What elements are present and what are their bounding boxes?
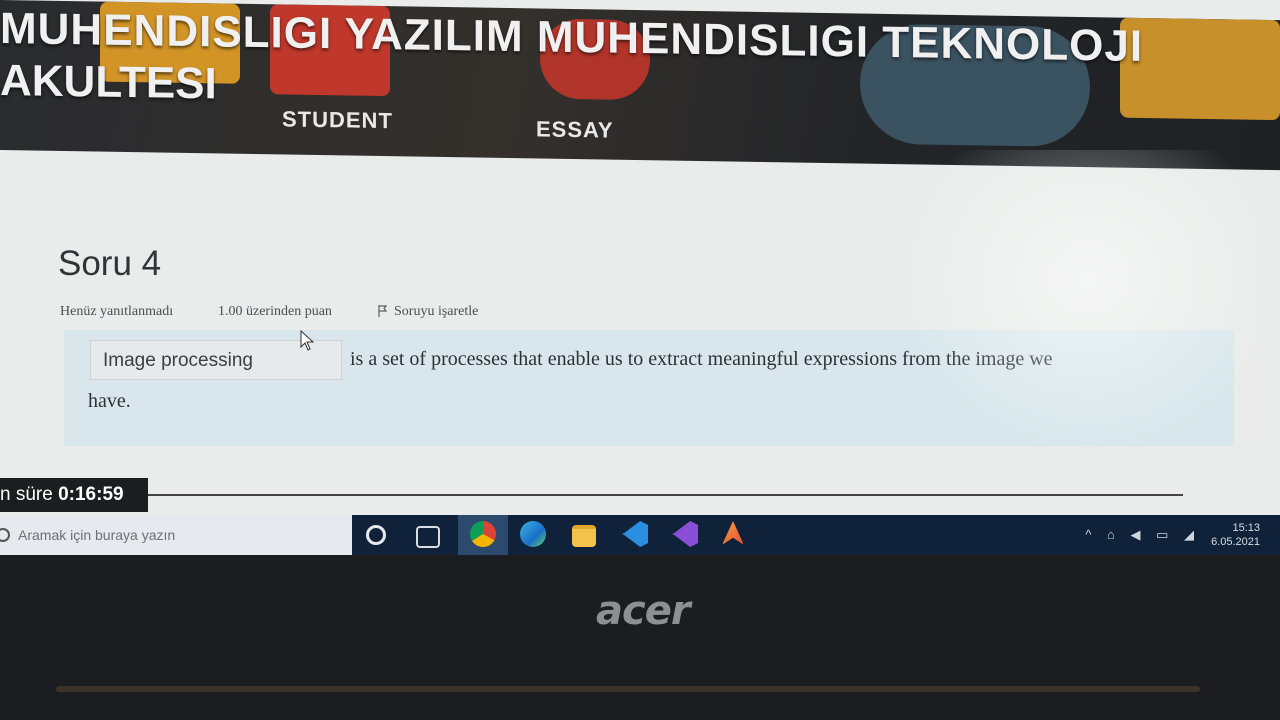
flag-icon — [378, 305, 388, 317]
banner-title-line2: AKULTESI — [0, 56, 217, 109]
banner-student-label: STUDENT — [282, 106, 393, 134]
mouse-cursor-icon — [300, 330, 315, 351]
cortana-icon[interactable] — [366, 525, 386, 545]
system-tray-icons[interactable]: ^ ⌂ ◀ ▭ ◢ — [1085, 527, 1200, 543]
acer-logo: acer — [596, 588, 691, 634]
timer-label: n süre — [0, 484, 53, 505]
course-banner: MUHENDISLIGI YAZILIM MUHENDISLIGI TEKNOL… — [0, 0, 1280, 171]
chrome-icon[interactable] — [470, 521, 496, 547]
monitor-screen: MUHENDISLIGI YAZILIM MUHENDISLIGI TEKNOL… — [0, 0, 1280, 555]
clock-time: 15:13 — [1232, 522, 1260, 534]
banner-essay-label: ESSAY — [536, 116, 614, 143]
flag-question-link[interactable]: Soruyu işaretle — [378, 304, 478, 320]
vscode-icon[interactable] — [622, 521, 648, 547]
flag-question-label: Soruyu işaretle — [394, 304, 479, 319]
app-icon[interactable] — [722, 521, 744, 545]
search-icon — [0, 528, 10, 542]
question-title: Soru 4 — [58, 244, 162, 283]
question-points: 1.00 üzerinden puan — [218, 304, 332, 319]
file-explorer-icon[interactable] — [572, 525, 596, 547]
timer-value: 0:16:59 — [58, 484, 124, 505]
question-status: Henüz yanıtlanmadı — [60, 304, 174, 319]
task-view-icon[interactable] — [416, 526, 440, 548]
laptop-hinge — [56, 686, 1200, 692]
taskbar-search-placeholder: Aramak için buraya yazın — [18, 527, 176, 543]
windows-taskbar: Aramak için buraya yazın ^ ⌂ ◀ ▭ ◢ 15:13… — [0, 515, 1280, 555]
question-area: Soru 4 Henüz yanıtlanmadı 1.00 üzerinden… — [0, 148, 1280, 518]
system-clock[interactable]: 15:13 6.05.2021 — [1211, 521, 1260, 549]
question-text-line1: is a set of processes that enable us to … — [350, 348, 1053, 370]
question-text-line2: have. — [88, 390, 131, 412]
timer-divider — [148, 494, 1183, 496]
quiz-timer: n süre 0:16:59 — [0, 478, 148, 512]
clock-date: 6.05.2021 — [1211, 536, 1260, 548]
visual-studio-icon[interactable] — [672, 521, 698, 547]
taskbar-search[interactable]: Aramak için buraya yazın — [0, 515, 352, 555]
edge-icon[interactable] — [520, 521, 546, 547]
